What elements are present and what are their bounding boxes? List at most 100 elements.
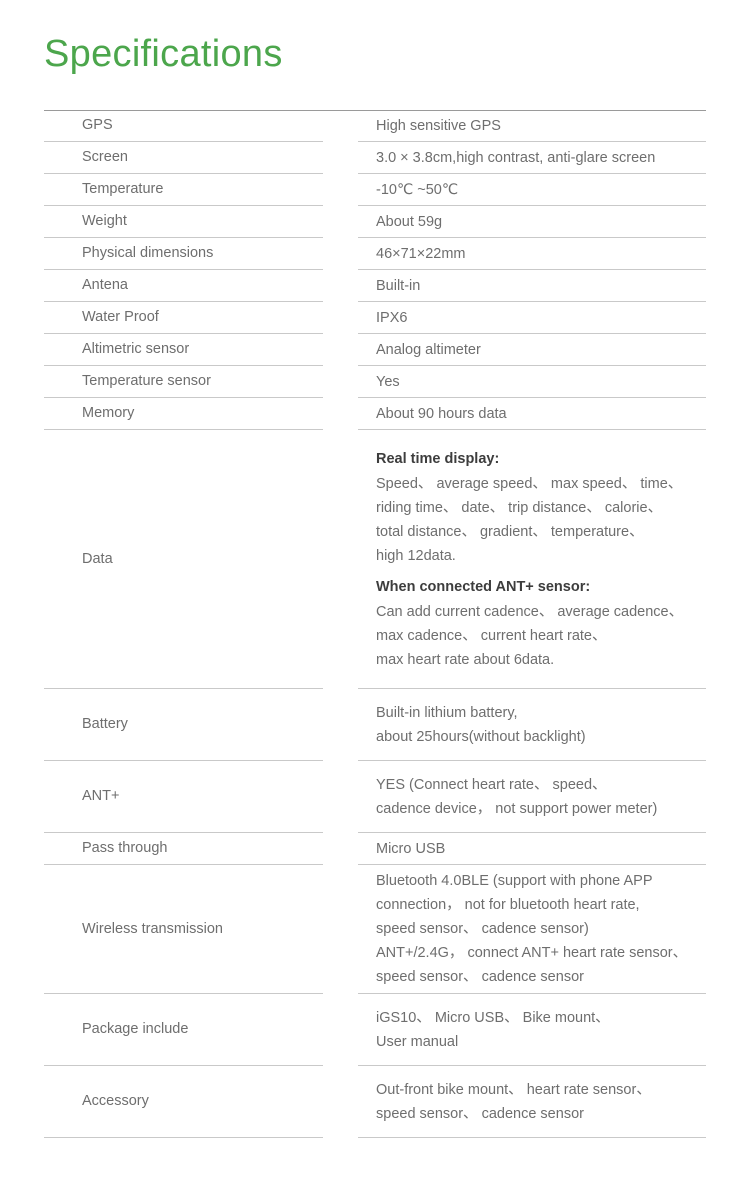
package-line: User manual <box>376 1033 459 1050</box>
realtime-display-line: riding time、 date、 trip distance、 calori… <box>376 499 663 516</box>
specifications-page: Specifications GPS High sensitive GPS Sc… <box>0 0 750 1183</box>
spec-value-cell: YES (Connect heart rate、 speed、 cadence … <box>358 760 706 833</box>
spec-label-cell: Wireless transmission <box>44 864 323 994</box>
column-gap <box>323 833 358 865</box>
spec-value-cell: IPX6 <box>358 301 706 334</box>
column-gap <box>323 430 358 689</box>
spec-label-cell: Battery <box>44 688 323 761</box>
spec-label-cell: Temperature <box>44 173 323 206</box>
column-gap <box>323 398 358 430</box>
spec-value-cell: About 59g <box>358 205 706 238</box>
spec-label: GPS <box>82 117 113 133</box>
wireless-value-block: Bluetooth 4.0BLE (support with phone APP… <box>376 869 698 989</box>
table-row-ant: ANT+ YES (Connect heart rate、 speed、 cad… <box>44 760 706 833</box>
table-row: Altimetric sensor Analog altimeter <box>44 333 706 366</box>
battery-line: Built-in lithium battery, <box>376 704 518 721</box>
spec-label-cell: GPS <box>44 110 323 142</box>
spec-label: Weight <box>82 213 127 229</box>
realtime-display-line: total distance、 gradient、 temperature、 <box>376 523 644 540</box>
spec-value: About 59g <box>376 213 443 230</box>
spec-value-cell: iGS10、 Micro USB、 Bike mount、 User manua… <box>358 993 706 1066</box>
specifications-table-body: GPS High sensitive GPS Screen 3.0 × 3.8c… <box>44 110 706 1138</box>
spec-value-cell: 3.0 × 3.8cm,high contrast, anti-glare sc… <box>358 141 706 174</box>
column-gap <box>323 994 358 1066</box>
spec-label-cell: Water Proof <box>44 301 323 334</box>
spec-label-cell: Altimetric sensor <box>44 333 323 366</box>
table-row: Screen 3.0 × 3.8cm,high contrast, anti-g… <box>44 141 706 174</box>
spec-value: Yes <box>376 373 400 390</box>
table-row-battery: Battery Built-in lithium battery, about … <box>44 688 706 761</box>
accessory-line: Out-front bike mount、 heart rate sensor、 <box>376 1081 651 1098</box>
column-gap <box>323 689 358 761</box>
package-line: iGS10、 Micro USB、 Bike mount、 <box>376 1009 610 1026</box>
column-gap <box>323 865 358 994</box>
table-row: Physical dimensions 46×71×22mm <box>44 237 706 270</box>
spec-label: Memory <box>82 405 135 421</box>
spec-value-cell: Yes <box>358 365 706 398</box>
spec-value: Micro USB <box>376 840 446 857</box>
table-row-package: Package include iGS10、 Micro USB、 Bike m… <box>44 993 706 1066</box>
page-title: Specifications <box>44 33 283 75</box>
column-gap <box>323 270 358 302</box>
spec-value-cell: Real time display: Speed、 average speed、… <box>358 429 706 689</box>
table-row: Water Proof IPX6 <box>44 301 706 334</box>
column-gap <box>323 302 358 334</box>
spec-label-cell: Antena <box>44 269 323 302</box>
spec-value: Analog altimeter <box>376 341 481 358</box>
spec-label: Physical dimensions <box>82 245 214 261</box>
spec-value: Built-in <box>376 277 421 294</box>
battery-line: about 25hours(without backlight) <box>376 728 586 745</box>
spec-label: Data <box>82 550 113 567</box>
ant-line: YES (Connect heart rate、 speed、 <box>376 776 607 793</box>
spec-label-cell: Pass through <box>44 832 323 865</box>
spec-value: 46×71×22mm <box>376 245 466 262</box>
wireless-line: speed sensor、 cadence sensor) <box>376 921 589 937</box>
spec-label: Battery <box>82 716 128 732</box>
spec-label-cell: Accessory <box>44 1065 323 1138</box>
table-row: Temperature sensor Yes <box>44 365 706 398</box>
spec-label: Pass through <box>82 840 168 856</box>
spec-label: Antena <box>82 277 128 293</box>
spec-value-cell: Built-in <box>358 269 706 302</box>
column-gap <box>323 366 358 398</box>
package-value-block: iGS10、 Micro USB、 Bike mount、 User manua… <box>376 1006 698 1054</box>
spec-label-cell: Physical dimensions <box>44 237 323 270</box>
table-row: Antena Built-in <box>44 269 706 302</box>
spec-value: High sensitive GPS <box>376 117 501 134</box>
column-gap <box>323 334 358 366</box>
table-row-data: Data Real time display: Speed、 average s… <box>44 429 706 689</box>
spec-label: Temperature sensor <box>82 373 211 389</box>
realtime-display-line: high 12data. <box>376 547 456 564</box>
spec-label-cell: Weight <box>44 205 323 238</box>
spec-value-cell: Micro USB <box>358 832 706 865</box>
spec-label: ANT+ <box>82 788 120 804</box>
table-row: GPS High sensitive GPS <box>44 110 706 142</box>
table-row: Temperature -10℃ ~50℃ <box>44 173 706 206</box>
table-row: Memory About 90 hours data <box>44 397 706 430</box>
spec-label-cell: ANT+ <box>44 760 323 833</box>
ant-sensor-heading: When connected ANT+ sensor: <box>376 578 591 595</box>
wireless-line: Bluetooth 4.0BLE (support with phone APP <box>376 873 653 889</box>
spec-label-cell: Memory <box>44 397 323 430</box>
specifications-table: GPS High sensitive GPS Screen 3.0 × 3.8c… <box>44 110 706 1138</box>
spec-label: Altimetric sensor <box>82 341 190 357</box>
spec-value-cell: Analog altimeter <box>358 333 706 366</box>
spec-value-cell: High sensitive GPS <box>358 110 706 142</box>
spec-value-cell: About 90 hours data <box>358 397 706 430</box>
accessory-value-block: Out-front bike mount、 heart rate sensor、… <box>376 1078 698 1126</box>
spec-value-cell: 46×71×22mm <box>358 237 706 270</box>
spec-label-cell: Package include <box>44 993 323 1066</box>
column-gap <box>323 206 358 238</box>
data-value-block: Real time display: Speed、 average speed、… <box>376 447 698 672</box>
ant-sensor-line: Can add current cadence、 average cadence… <box>376 603 684 620</box>
ant-value-block: YES (Connect heart rate、 speed、 cadence … <box>376 773 698 821</box>
realtime-display-heading: Real time display: <box>376 450 500 467</box>
table-row: Weight About 59g <box>44 205 706 238</box>
column-gap <box>323 174 358 206</box>
column-gap <box>323 238 358 270</box>
spec-label: Wireless transmission <box>82 920 223 937</box>
spec-value-cell: Built-in lithium battery, about 25hours(… <box>358 688 706 761</box>
spec-label-cell: Data <box>44 429 323 689</box>
accessory-line: speed sensor、 cadence sensor <box>376 1105 584 1122</box>
battery-value-block: Built-in lithium battery, about 25hours(… <box>376 701 698 749</box>
